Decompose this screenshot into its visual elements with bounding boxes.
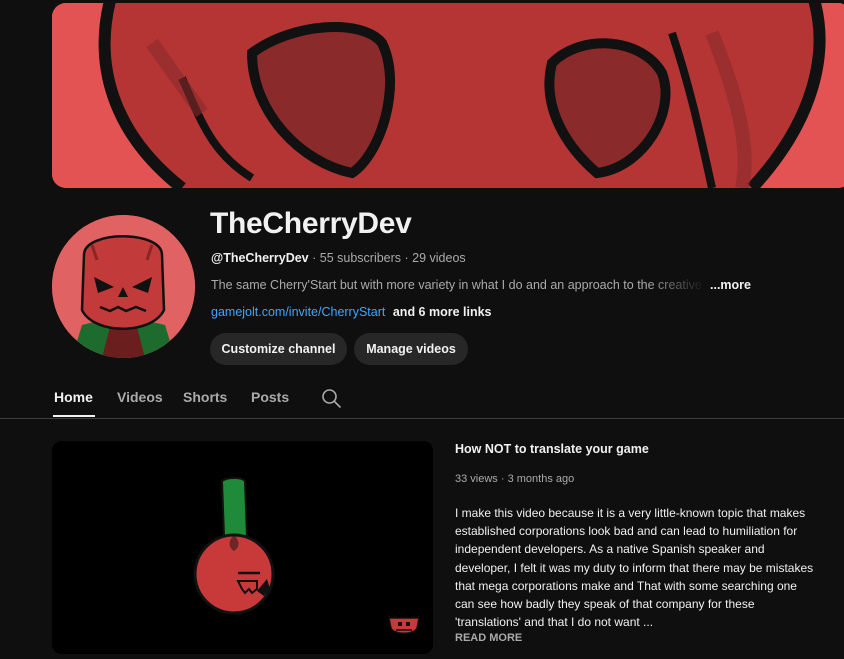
read-more-link[interactable]: READ MORE (455, 632, 522, 644)
tab-shorts[interactable]: Shorts (183, 389, 227, 405)
video-thumbnail[interactable] (52, 441, 433, 654)
channel-stats: · 55 subscribers · 29 videos (312, 251, 466, 265)
channel-tabs: Home Videos Shorts Posts (0, 378, 844, 419)
channel-description-text: The same Cherry'Start but with more vari… (211, 278, 702, 292)
active-tab-indicator (53, 415, 95, 417)
search-icon[interactable] (320, 387, 342, 409)
channel-description[interactable]: The same Cherry'Start but with more vari… (211, 278, 751, 292)
channel-links: gamejolt.com/invite/CherryStart and 6 mo… (211, 305, 492, 319)
tab-videos[interactable]: Videos (117, 389, 163, 405)
channel-avatar[interactable] (52, 215, 195, 358)
channel-watermark-icon (388, 617, 420, 634)
video-description: I make this video because it is a very l… (455, 506, 814, 630)
manage-videos-button[interactable]: Manage videos (354, 333, 468, 365)
description-more-link[interactable]: ...more (710, 278, 751, 292)
video-title[interactable]: How NOT to translate your game (455, 442, 649, 456)
tab-home[interactable]: Home (54, 389, 93, 405)
channel-meta: @TheCherryDev · 55 subscribers · 29 vide… (211, 251, 466, 265)
customize-channel-button[interactable]: Customize channel (210, 333, 347, 365)
channel-banner (52, 3, 844, 188)
video-meta: 33 views · 3 months ago (455, 473, 575, 485)
channel-link[interactable]: gamejolt.com/invite/CherryStart (211, 305, 385, 319)
channel-name: TheCherryDev (210, 207, 412, 240)
channel-handle: @TheCherryDev (211, 251, 309, 265)
more-links-button[interactable]: and 6 more links (393, 305, 492, 319)
tab-posts[interactable]: Posts (251, 389, 289, 405)
